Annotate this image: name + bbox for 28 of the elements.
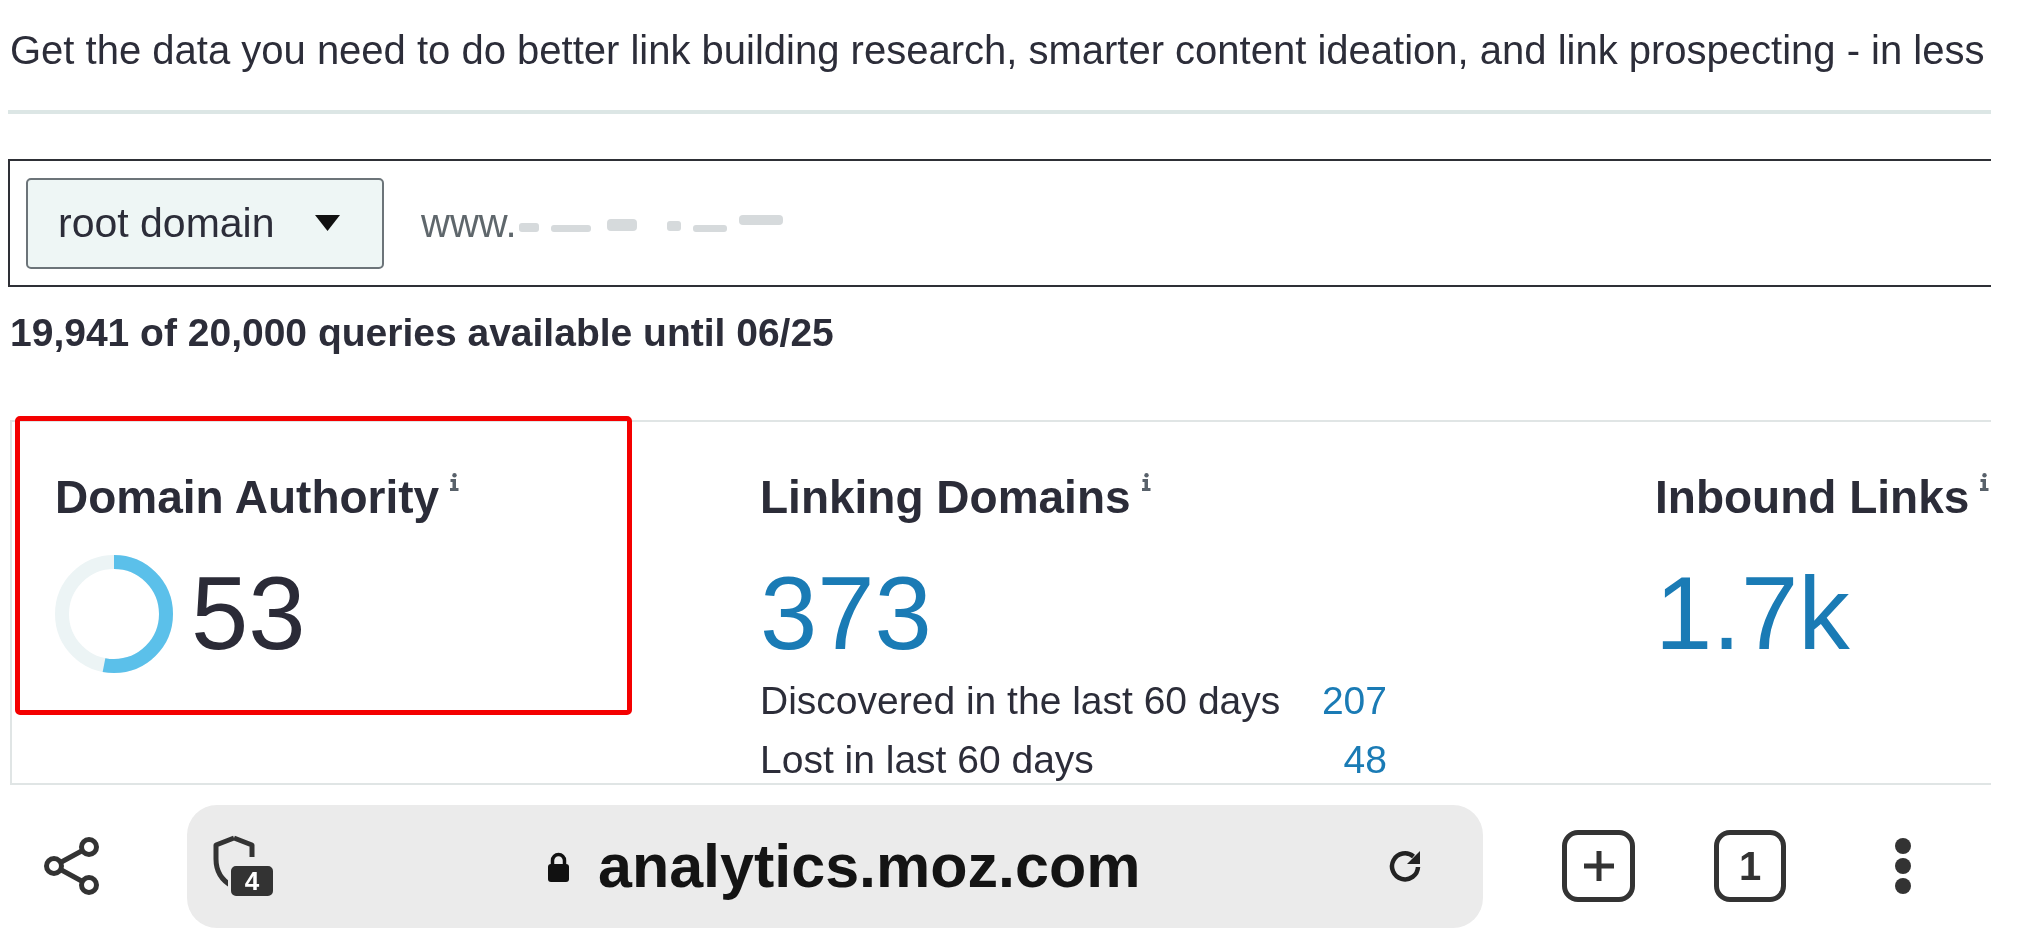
metric-title: Domain Authority <box>55 470 440 524</box>
quota-text: 19,941 of 20,000 queries available until 06/25 <box>10 310 835 356</box>
scope-dropdown[interactable]: root domain <box>26 177 384 269</box>
detail-value: 207 <box>1321 679 1387 723</box>
detail-value: 48 <box>1343 738 1387 782</box>
caret-icon <box>314 215 340 231</box>
metric-title: Linking Domains <box>760 470 1131 524</box>
info-icon[interactable] <box>1979 473 1991 491</box>
detail-label: Lost in last 60 days <box>760 738 1095 782</box>
metric-value: 53 <box>191 559 306 669</box>
info-icon[interactable] <box>1140 473 1152 491</box>
share-icon[interactable] <box>42 835 102 897</box>
new-tab-button[interactable] <box>1562 830 1635 902</box>
url-input[interactable]: www. <box>421 193 1991 253</box>
plus-icon <box>1581 849 1616 883</box>
tab-count-button[interactable]: 1 <box>1714 830 1786 902</box>
address-bar[interactable]: 4 analytics.moz.com <box>187 804 1483 928</box>
metric-value: 1.7k <box>1655 559 1850 669</box>
detail-label: Discovered in the last 60 days <box>760 679 1282 723</box>
lock-icon <box>545 850 572 882</box>
intro-text: Get the data you need to do better link building research, smarter content ideation, and link prospecting - in less <box>10 27 1986 74</box>
url-text: analytics.moz.com <box>598 831 1141 901</box>
metric-title: Inbound Links <box>1655 470 1970 524</box>
info-icon[interactable] <box>449 473 461 491</box>
tracker-shield-button[interactable]: 4 <box>211 834 275 898</box>
tracker-count-badge: 4 <box>228 863 276 899</box>
metric-value: 373 <box>760 559 932 669</box>
more-options-icon[interactable] <box>1894 837 1912 895</box>
